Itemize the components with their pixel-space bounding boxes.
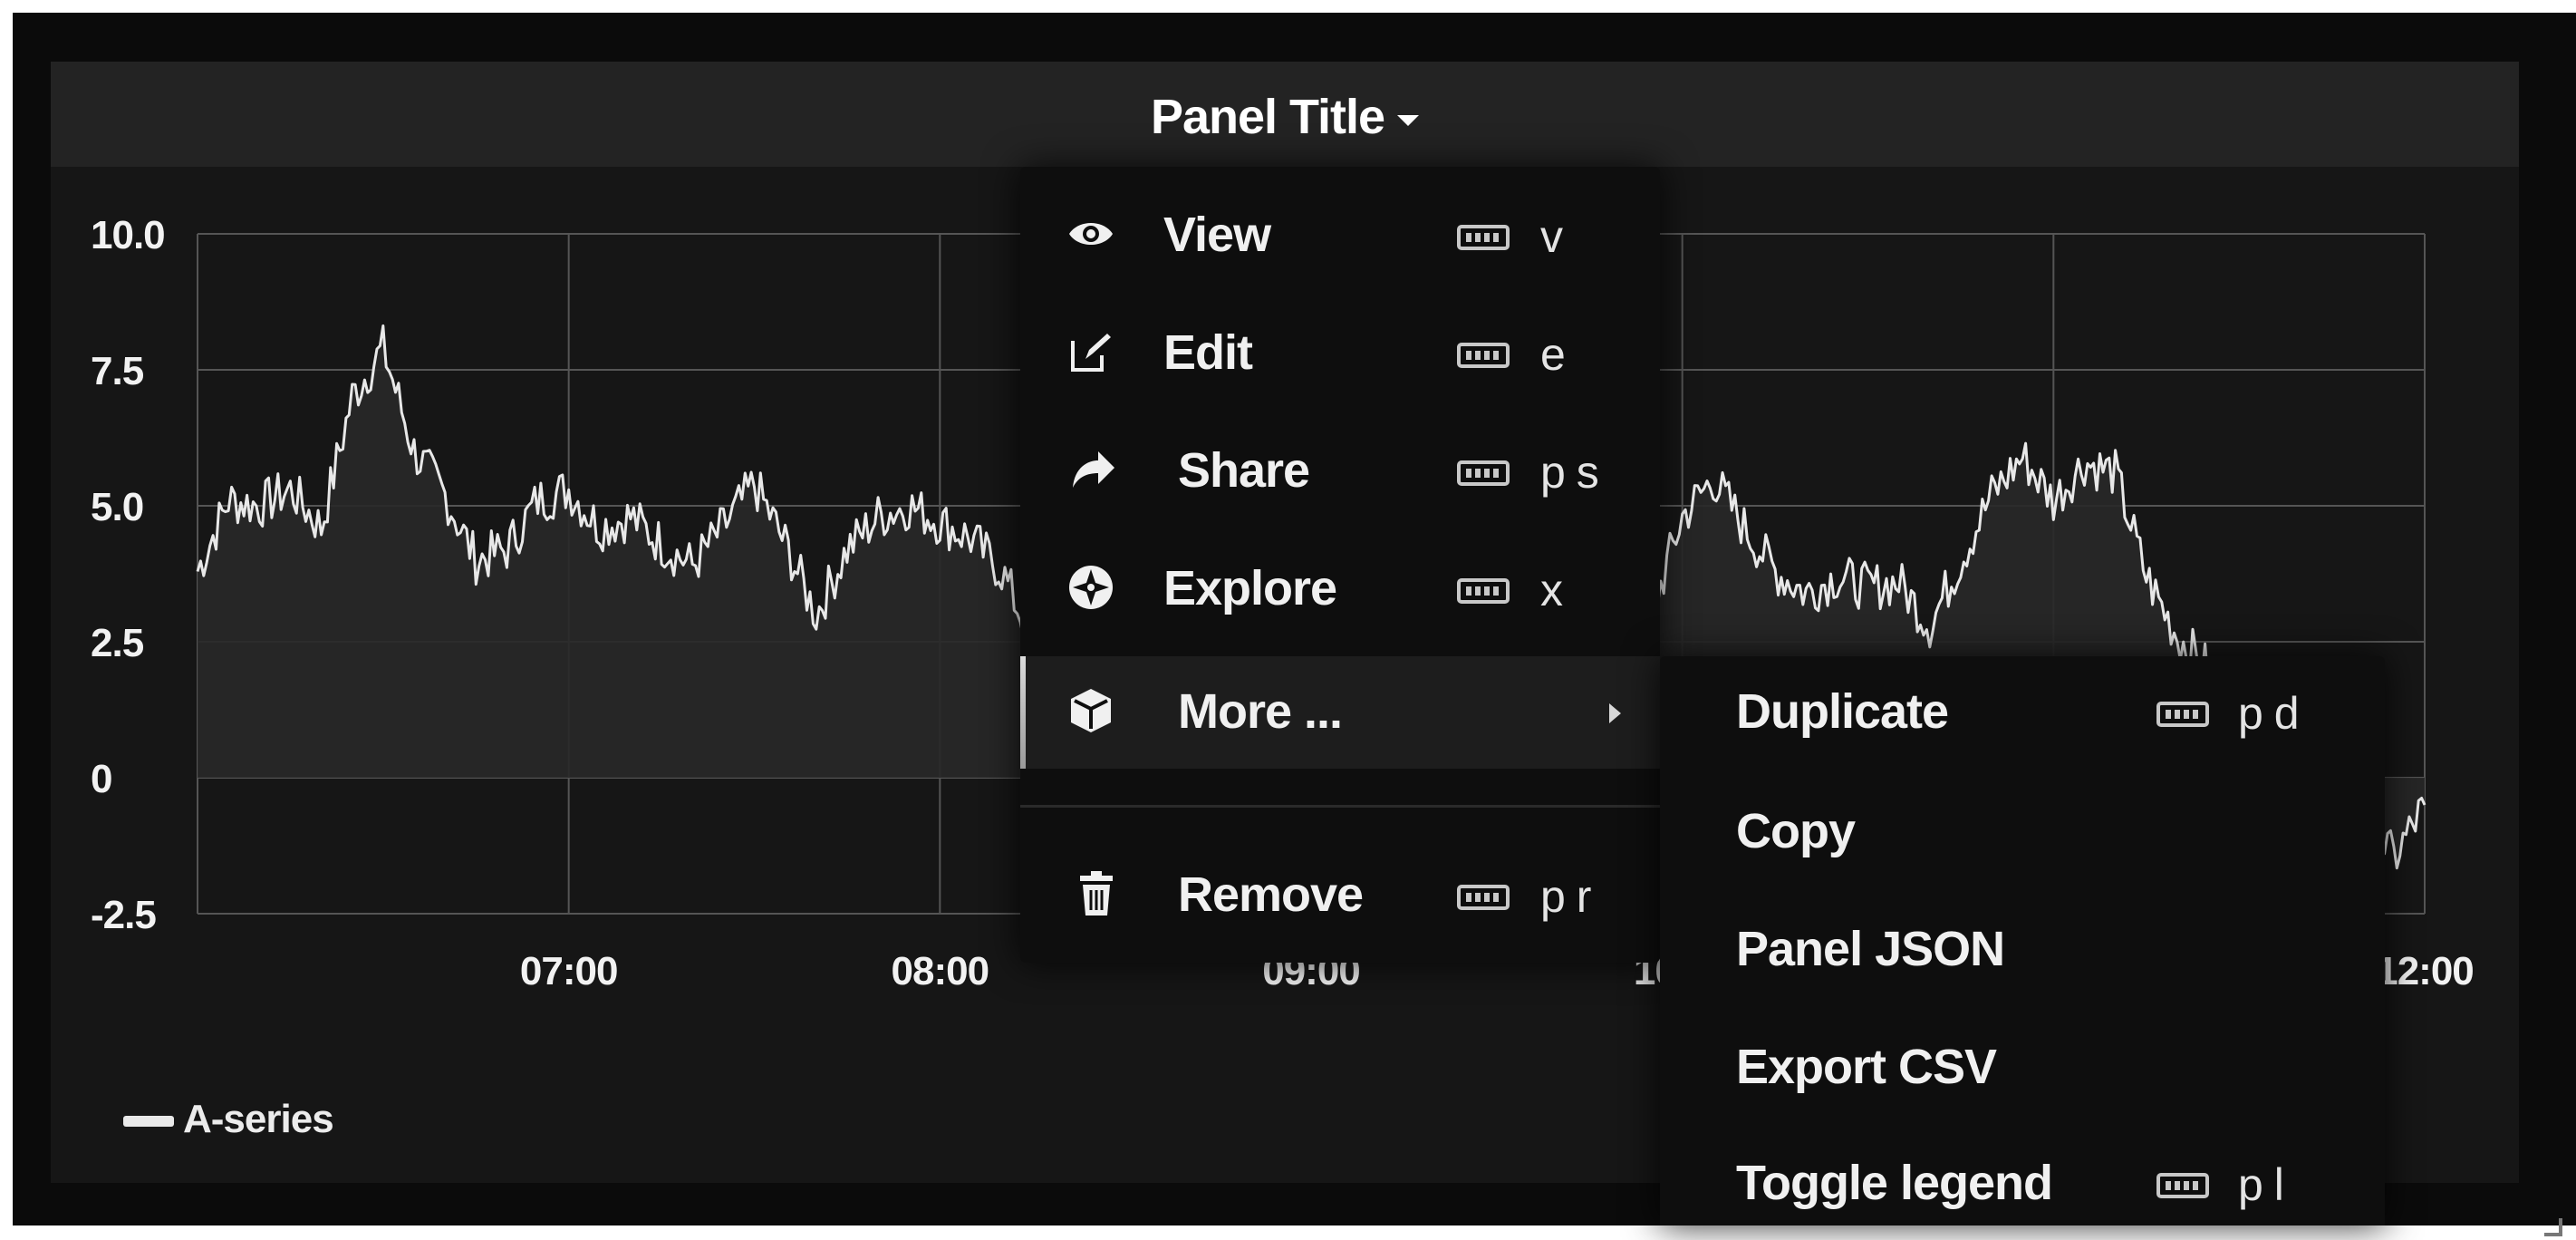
menu-item-edit[interactable]: Edit e xyxy=(1020,297,1660,410)
submenu-item-export-csv[interactable]: Export CSV xyxy=(1660,1012,2385,1124)
series-area xyxy=(198,325,1030,778)
shortcut-text: p s xyxy=(1540,447,1599,498)
more-submenu: Duplicate p d Copy Panel JSON Export CSV… xyxy=(1660,656,2385,1225)
y-tick-label: 2.5 xyxy=(91,621,144,665)
keyboard-icon xyxy=(1457,885,1510,910)
cube-icon xyxy=(1071,689,1111,732)
menu-item-label: Share xyxy=(1178,443,1310,498)
shortcut-text: e xyxy=(1540,329,1566,380)
submenu-item-duplicate[interactable]: Duplicate p d xyxy=(1660,656,2385,769)
shortcut-text: v xyxy=(1540,211,1563,262)
submenu-item-label: Copy xyxy=(1736,804,1856,858)
submenu-item-label: Toggle legend xyxy=(1736,1156,2053,1210)
menu-item-view[interactable]: View v xyxy=(1020,179,1660,292)
menu-item-remove[interactable]: Remove p r xyxy=(1020,839,1660,952)
keyboard-icon xyxy=(1457,343,1510,368)
submenu-item-label: Export CSV xyxy=(1736,1040,1997,1094)
menu-item-explore[interactable]: Explore x xyxy=(1020,533,1660,645)
y-tick-label: 0 xyxy=(91,757,111,801)
y-tick-label: 10.0 xyxy=(91,213,165,257)
x-tick-label: 08:00 xyxy=(892,949,989,993)
y-tick-label: 7.5 xyxy=(91,349,144,393)
x-tick-label: 07:00 xyxy=(520,949,618,993)
panel-context-menu: View v Edit e Share p s Explore x More .… xyxy=(1020,167,1660,963)
keyboard-icon xyxy=(1457,578,1510,604)
submenu-item-copy[interactable]: Copy xyxy=(1660,776,2385,888)
y-tick-label: 5.0 xyxy=(91,485,143,529)
keyboard-icon xyxy=(2156,1173,2209,1198)
shortcut-text: p l xyxy=(2238,1159,2284,1210)
eye-icon xyxy=(1069,223,1113,245)
submenu-item-label: Panel JSON xyxy=(1736,922,2005,976)
share-icon xyxy=(1073,451,1114,488)
keyboard-icon xyxy=(1457,225,1510,250)
y-tick-label: -2.5 xyxy=(91,893,156,937)
menu-item-share[interactable]: Share p s xyxy=(1020,415,1660,528)
compass-icon xyxy=(1069,566,1113,609)
menu-item-label: More ... xyxy=(1178,684,1343,739)
menu-item-label: View xyxy=(1163,208,1271,262)
menu-item-label: Explore xyxy=(1163,561,1337,615)
submenu-item-toggle-legend[interactable]: Toggle legend p l xyxy=(1660,1128,2385,1240)
shortcut-text: p r xyxy=(1540,871,1591,922)
menu-item-more[interactable]: More ... xyxy=(1020,656,1660,769)
x-tick-label: 12:00 xyxy=(2376,949,2474,993)
menu-item-label: Edit xyxy=(1163,325,1253,380)
keyboard-icon xyxy=(2156,702,2209,727)
submenu-item-panel-json[interactable]: Panel JSON xyxy=(1660,894,2385,1006)
trash-icon xyxy=(1080,871,1113,915)
chevron-right-icon xyxy=(1609,703,1621,723)
menu-item-label: Remove xyxy=(1178,867,1364,922)
keyboard-icon xyxy=(1457,460,1510,486)
submenu-item-label: Duplicate xyxy=(1736,684,1949,739)
shortcut-text: p d xyxy=(2238,688,2300,739)
shortcut-text: x xyxy=(1540,565,1563,615)
edit-icon xyxy=(1071,334,1111,372)
menu-divider xyxy=(1020,805,1660,808)
